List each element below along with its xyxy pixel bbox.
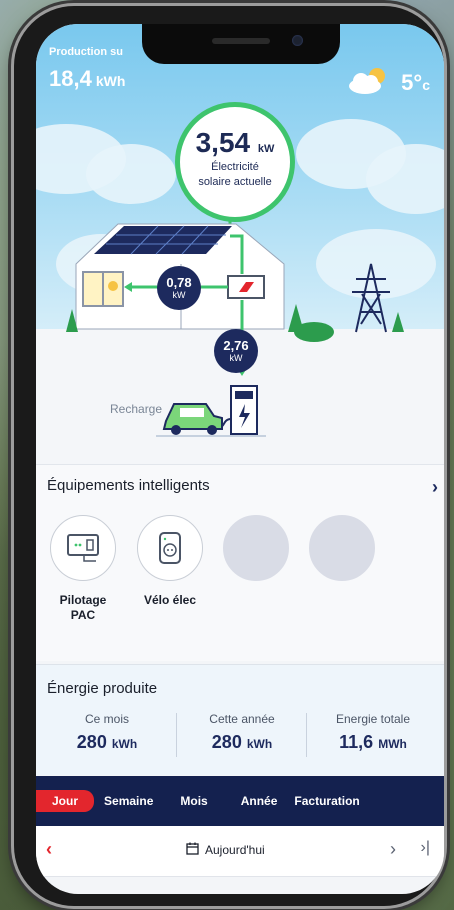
smart-devices-title: Équipements intelligents [47,477,210,494]
house-consumption-unit: kW [172,290,186,300]
stat-total: Energie totale 11,6 MWh [308,712,438,753]
solar-unit: kW [257,143,275,155]
stat-unit: kWh [246,737,273,751]
date-navigation: ‹ Aujourd'hui › ›| [36,826,444,877]
stat-number: 280 [211,732,242,752]
phone-frame: Production su 18,4 kWh 5°c 3,54 kW Élect… [14,6,444,906]
smart-devices-section: Équipements intelligents › PilotagePAC [36,464,444,661]
device-item[interactable]: Pilotage PAC [50,515,116,623]
empty-slot [309,515,375,581]
lamp-icon [108,281,118,291]
stat-unit: MWh [378,737,407,751]
device-placeholder [223,515,289,581]
power-pylon-icon [352,263,390,333]
stat-label: Ce mois [84,712,129,726]
front-camera [292,35,303,46]
skip-to-end-icon[interactable]: ›| [421,839,430,857]
solar-label-line1: Électricité [211,161,259,173]
solar-number: 3,54 [195,127,251,158]
device-placeholder [309,515,375,581]
house-consumption-value: 0,78 [166,275,192,290]
tab-facturation[interactable]: Facturation [294,790,359,812]
energy-flow-scene [66,214,404,437]
charger-power-unit: kW [229,353,243,363]
charger-power-value: 2,76 [223,338,249,353]
stat-unit: kWh [111,737,138,751]
stat-this-month: Ce mois 280 kWh [42,712,172,753]
date-label: Aujourd'hui [205,843,265,857]
energy-produced-section: Énergie produite Ce mois 280 kWh Cette a… [36,664,444,775]
stat-this-year: Cette année 280 kWh [177,712,307,753]
notch [142,24,340,64]
device-name-line: PAC [70,608,96,622]
charger-power-pill[interactable]: 2,76 kW [214,329,258,373]
chevron-right-icon[interactable]: › [432,477,438,498]
tab-mois[interactable]: Mois [180,790,207,812]
heat-pump-controller-icon [50,515,116,581]
house-consumption-pill[interactable]: 0,78 kW [157,266,201,310]
stat-value: 280 kWh [42,732,172,753]
stat-number: 280 [76,732,107,752]
stat-value: 280 kWh [177,732,307,753]
tab-jour[interactable]: Jour [36,790,95,812]
energy-produced-title: Énergie produite [47,680,158,697]
tree [392,312,404,332]
chevron-left-icon[interactable]: ‹ [46,839,52,860]
solar-label-line2: solaire actuelle [198,176,272,188]
divider [306,713,307,757]
stat-value: 11,6 MWh [308,732,438,753]
device-name-line: Pilotage [59,593,107,607]
chevron-right-icon[interactable]: › [390,839,396,860]
device-item[interactable]: Vélo élec [137,515,203,608]
recharge-label: Recharge [110,402,163,416]
solar-power-bubble[interactable]: 3,54 kW Électricité solaire actuelle [175,102,295,222]
smart-plug-icon [137,515,203,581]
stat-label: Energie totale [335,712,411,726]
app-screen: Production su 18,4 kWh 5°c 3,54 kW Élect… [36,24,444,894]
charging-station-icon [221,385,258,435]
period-tabs: Jour Semaine Mois Année Facturation [36,776,444,826]
tab-semaine[interactable]: Semaine [104,790,153,812]
calendar-icon [186,842,199,858]
stat-number: 11,6 [339,732,374,752]
speaker [212,38,270,44]
stat-label: Cette année [209,712,275,726]
date-selector[interactable]: Aujourd'hui [186,842,265,858]
device-name: Pilotage PAC [50,593,116,623]
tab-annee[interactable]: Année [241,790,278,812]
solar-power-value: 3,54 kW [180,127,290,159]
device-name: Vélo élec [143,593,197,607]
empty-slot [223,515,289,581]
